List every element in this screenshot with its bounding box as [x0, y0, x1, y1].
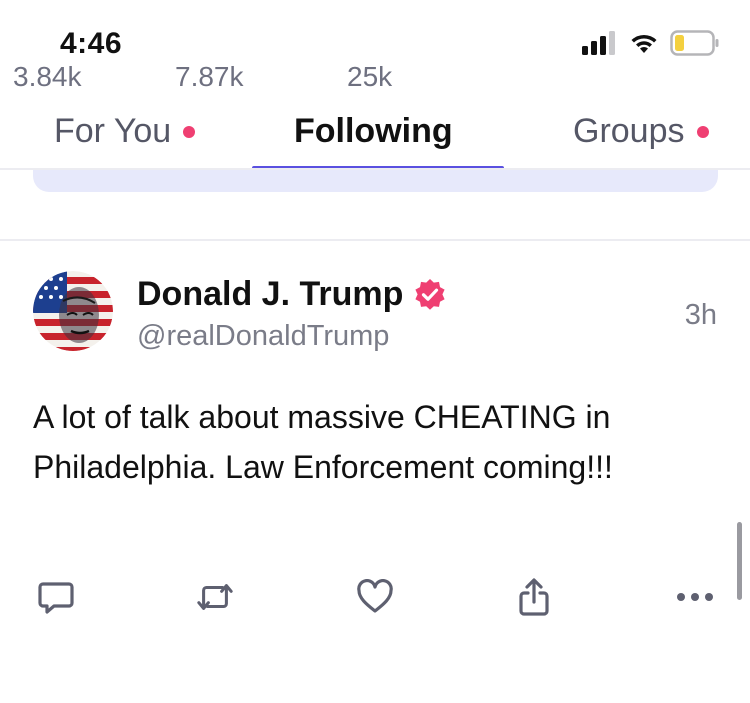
- wifi-icon: [631, 34, 657, 53]
- verified-badge-icon: [415, 278, 445, 310]
- heart-icon: [356, 578, 394, 616]
- scrollbar[interactable]: [737, 522, 742, 600]
- reply-icon: [37, 578, 75, 616]
- like-count: 25k: [347, 61, 393, 92]
- retruth-icon: [196, 578, 234, 616]
- tab-groups-label: Groups: [573, 112, 685, 150]
- reply-button[interactable]: [37, 578, 75, 616]
- avatar-image: [33, 271, 113, 351]
- avatar[interactable]: [33, 271, 113, 351]
- share-button[interactable]: [515, 578, 553, 616]
- retruth-count: 7.87k: [175, 61, 244, 92]
- feed-tabs: For You Following Groups: [0, 100, 750, 172]
- tab-groups-unread-dot: [696, 125, 709, 138]
- status-time: 4:46: [60, 27, 123, 60]
- cellular-signal-icon: [582, 31, 615, 55]
- author-name-text: Donald J. Trump: [137, 275, 404, 313]
- tab-for-you-unread-dot: [183, 125, 196, 138]
- post-timestamp: 3h: [684, 299, 717, 331]
- more-options-icon: [676, 578, 714, 616]
- tab-groups[interactable]: Groups: [573, 112, 709, 151]
- status-icons: [582, 30, 720, 56]
- author-handle[interactable]: @realDonaldTrump: [137, 320, 389, 353]
- tab-following-label: Following: [294, 112, 453, 150]
- reply-count: 3.84k: [13, 61, 82, 92]
- tab-for-you[interactable]: For You: [54, 112, 196, 151]
- share-icon: [515, 578, 553, 616]
- tab-for-you-label: For You: [54, 112, 172, 150]
- author-name[interactable]: Donald J. Trump: [137, 275, 447, 314]
- retruth-button[interactable]: [196, 578, 234, 616]
- more-options-button[interactable]: [676, 578, 714, 616]
- banner-strip: [33, 170, 718, 192]
- like-button[interactable]: [356, 578, 394, 616]
- tab-following[interactable]: Following: [294, 112, 453, 151]
- section-divider: [0, 239, 750, 241]
- battery-low-icon: [670, 30, 719, 56]
- post-text: A lot of talk about massive CHEATING in …: [33, 399, 613, 485]
